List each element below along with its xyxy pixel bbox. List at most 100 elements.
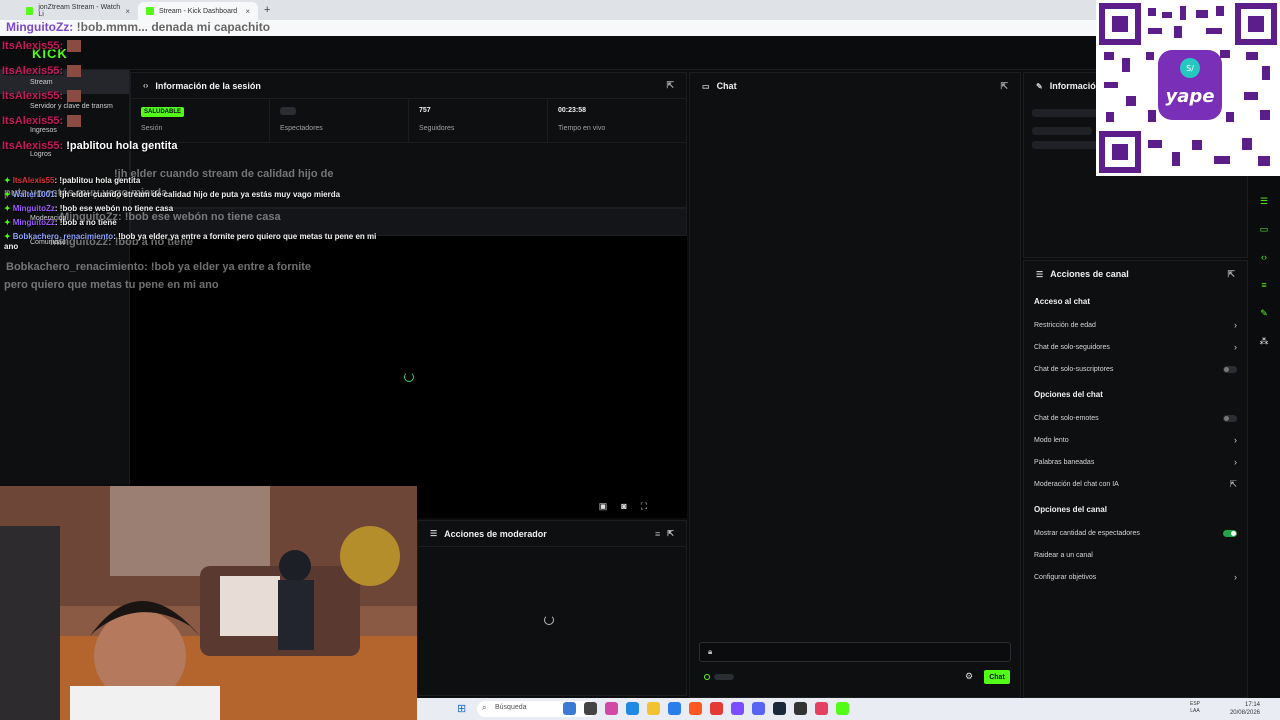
configure-goals-row[interactable]: Configurar objetivos › [1034,566,1237,588]
ghost-chat-line: Bobkachero_renacimiento: !bob ya elder y… [6,261,312,273]
raid-channel-row[interactable]: Raidear a un canal [1034,544,1237,566]
brave-browser-icon[interactable] [689,702,702,715]
small-chat-line: ✦ ItsAlexis55: !pablitou hola gentita [4,176,384,186]
chat-message-input[interactable]: 🔒︎ [699,642,1011,662]
small-chat-message: : !pablitou hola gentita [54,176,141,185]
list-icon[interactable]: ☰ [1257,196,1271,210]
slow-mode-row[interactable]: Modo lento › [1034,429,1237,451]
search-icon: ⌕ [482,703,487,712]
task-view-icon[interactable] [584,702,597,715]
menu-icon[interactable]: ≡ [1257,280,1271,294]
browser-tab-label: Stream - Kick Dashboard [159,7,238,15]
popout-icon[interactable]: ⇱ [1000,81,1008,92]
landscape-widget-icon[interactable] [563,702,576,715]
discord-icon[interactable] [752,702,765,715]
chat-title: Chat [716,81,737,91]
mod-badge-icon: ✦ [4,232,11,241]
browser-tab-label: jonZtream Stream - Watch Li [38,4,121,18]
overlay-chat-message: !pablitou hola gentita [66,140,178,152]
close-tab-icon[interactable]: × [125,7,130,16]
chat-panel: ▭ Chat ⇱ [689,72,1021,698]
list-icon: ☰ [1036,269,1044,279]
kick-favicon-icon [26,7,34,15]
loading-spinner-icon [544,615,554,625]
subscribers-only-toggle[interactable] [1223,365,1237,373]
fullscreen-icon[interactable]: ⛶ [641,501,647,512]
channel-actions-panel: ☰ Acciones de canal ⇱ Acceso al chat Res… [1023,260,1248,698]
obs-icon[interactable] [794,702,807,715]
lock-icon: 🔒︎ [708,647,713,656]
row-label: Chat de solo-seguidores [1034,343,1110,351]
browser-tab-dashboard[interactable]: Stream - Kick Dashboard × [138,2,258,20]
windows-start-icon[interactable]: ⊞ [457,702,466,715]
followers-cell: 757 Seguidores [409,99,548,142]
close-tab-icon[interactable]: × [245,7,250,16]
popout-icon[interactable]: ⇱ [1227,269,1235,280]
widgets-icon[interactable]: ⁂ [1257,336,1271,350]
row-label: Restricción de edad [1034,321,1096,329]
mod-badge-icon: ✦ [4,176,11,185]
yape-logo-text: yape [1166,86,1215,107]
emotes-only-toggle[interactable] [1223,414,1237,422]
gear-icon[interactable]: ⚙ [965,671,973,682]
browser-tab-watch[interactable]: jonZtream Stream - Watch Li × [18,2,138,20]
windows-taskbar: ⊞ ⌕ Búsqueda ESP LAA 17:14 20/08/2026 [417,698,1280,720]
app-icon[interactable] [731,702,744,715]
moderator-actions-title: Acciones de moderador [444,528,547,539]
wrench-icon[interactable]: ✎ [1257,308,1271,322]
show-viewer-count-toggle[interactable] [1223,529,1237,537]
section-chat-access: Acceso al chat [1034,297,1091,306]
chat-bubble-icon: ▭ [702,81,710,91]
small-chat-line: ✦ MinguitoZz: !bob ese webón no tiene cas… [4,204,384,214]
list-icon: ☰ [430,529,438,538]
followers-only-row[interactable]: Chat de solo-seguidores › [1034,336,1237,358]
app-icon[interactable] [815,702,828,715]
copilot-icon[interactable] [605,702,618,715]
code-icon[interactable]: ‹› [1257,252,1271,266]
followers-count: 757 [419,107,431,114]
video-controls: ▣ ◙ ⛶ [599,501,647,512]
section-chat-options: Opciones del chat [1034,390,1103,399]
overlay-chat-line: ItsAlexis55: [2,115,402,140]
small-chat-message: : !bob a no tiene [54,218,117,227]
row-label: Modo lento [1034,436,1069,444]
channel-actions-list: Acceso al chat Restricción de edad › Chat… [1024,287,1247,594]
small-chat-message: : !bob ese webón no tiene casa [54,204,174,213]
kick-app-icon[interactable] [836,702,849,715]
taskbar-clock[interactable]: 17:14 20/08/2026 [1230,701,1260,717]
banned-words-row[interactable]: Palabras baneadas › [1034,451,1237,473]
chat-pill [714,674,734,680]
popout-icon[interactable]: ⇱ [667,529,674,538]
theater-mode-icon[interactable]: ▣ [599,501,608,512]
popout-icon[interactable]: ⇱ [666,80,674,91]
steam-icon[interactable] [773,702,786,715]
app-icon[interactable] [710,702,723,715]
age-restriction-row[interactable]: Restricción de edad › [1034,314,1237,336]
filter-icon[interactable]: ≡ [655,529,660,539]
new-tab-button[interactable]: + [264,4,270,16]
clock-date: 20/08/2026 [1229,710,1260,716]
chevron-right-icon: › [1234,457,1237,467]
overlay-chat-line: ItsAlexis55: !pablitou hola gentita [2,140,402,165]
row-label: Configurar objetivos [1034,573,1097,581]
channel-actions-header: ☰ Acciones de canal ⇱ [1024,261,1247,287]
ai-moderation-row[interactable]: Moderación del chat con IA ⇱ [1034,473,1237,495]
svg-text:S/: S/ [1186,64,1194,73]
browser-tab-strip: jonZtream Stream - Watch Li × Stream - K… [0,0,1280,20]
small-chat-user: ItsAlexis55 [12,176,55,185]
stat-label: Seguidores [419,125,455,132]
emote-icon [67,115,82,128]
uptime-cell: 00:23:58 Tiempo en vivo [548,99,686,142]
edge-browser-icon[interactable] [626,702,639,715]
send-chat-button[interactable]: Chat [984,670,1010,684]
small-chat-message: : !jh elder cuando stream de calidad hij… [54,190,341,199]
wrench-icon: ✎ [1036,81,1043,91]
overlay-chat-user: ItsAlexis55: [2,140,64,152]
chat-header: ▭ Chat ⇱ [690,73,1020,99]
store-icon[interactable] [668,702,681,715]
file-explorer-icon[interactable] [647,702,660,715]
chat-bubble-icon[interactable]: ▭ [1257,224,1271,238]
language-indicator[interactable]: ESP LAA [1190,701,1200,715]
screenshot-icon[interactable]: ◙ [621,501,626,512]
yape-qr-code: S/ yape [1096,0,1280,176]
